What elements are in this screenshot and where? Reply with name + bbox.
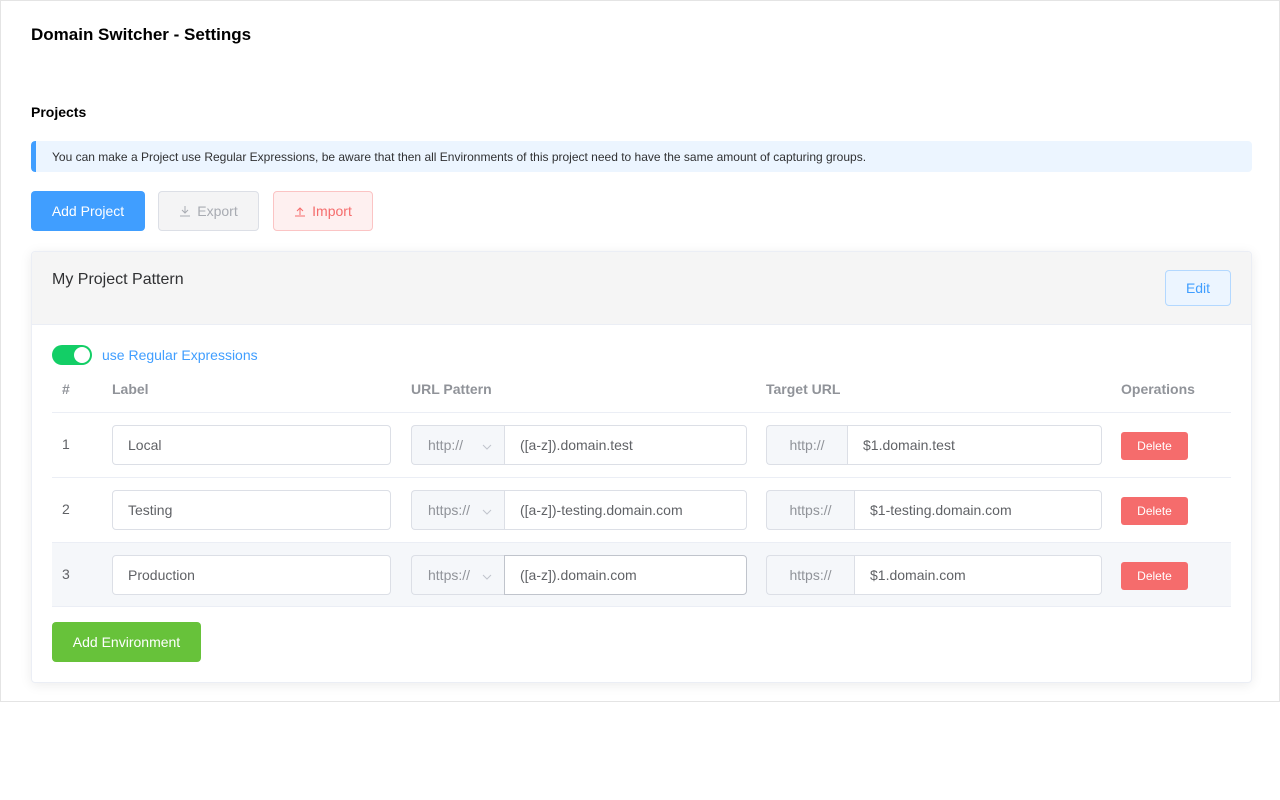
target-protocol-prefix: https://: [766, 490, 854, 530]
label-input[interactable]: Testing: [112, 490, 391, 530]
section-title-projects: Projects: [31, 104, 87, 120]
regex-toggle-row: use Regular Expressions: [52, 345, 258, 365]
row-index: 1: [62, 436, 70, 452]
row-index: 3: [62, 566, 70, 582]
import-button[interactable]: Import: [273, 191, 373, 231]
chevron-down-icon: [482, 439, 492, 455]
column-header-target-url: Target URL: [766, 381, 841, 397]
chevron-down-icon: [482, 504, 492, 520]
page-title: Domain Switcher - Settings: [31, 25, 252, 44]
info-alert: You can make a Project use Regular Expre…: [31, 141, 1252, 172]
target-url-field: https:// $1.domain.com: [766, 555, 1102, 595]
use-regex-label[interactable]: use Regular Expressions: [102, 347, 258, 363]
column-header-url-pattern: URL Pattern: [411, 381, 492, 397]
project-card-header: My Project Pattern Edit: [32, 252, 1251, 325]
target-url-input[interactable]: $1.domain.test: [847, 425, 1102, 465]
target-url-input[interactable]: $1-testing.domain.com: [854, 490, 1102, 530]
target-protocol-prefix: https://: [766, 555, 854, 595]
export-button[interactable]: Export: [158, 191, 259, 231]
info-alert-text: You can make a Project use Regular Expre…: [52, 149, 867, 164]
environment-row: 1 Local http:// ([a-z]).domain.test http…: [52, 412, 1231, 477]
pattern-protocol-value: http://: [428, 437, 464, 453]
edit-project-button[interactable]: Edit: [1165, 270, 1231, 306]
url-pattern-input[interactable]: ([a-z])-testing.domain.com: [504, 490, 747, 530]
import-label: Import: [312, 203, 352, 219]
url-pattern-input[interactable]: ([a-z]).domain.test: [504, 425, 747, 465]
label-input[interactable]: Local: [112, 425, 391, 465]
target-url-field: https:// $1-testing.domain.com: [766, 490, 1102, 530]
delete-environment-button[interactable]: Delete: [1121, 497, 1188, 525]
label-input[interactable]: Production: [112, 555, 391, 595]
export-label: Export: [197, 203, 238, 219]
pattern-protocol-select[interactable]: https://: [411, 490, 504, 530]
settings-page: Domain Switcher - Settings Projects You …: [0, 0, 1280, 702]
target-url-input[interactable]: $1.domain.com: [854, 555, 1102, 595]
pattern-protocol-select[interactable]: https://: [411, 555, 504, 595]
url-pattern-field: https:// ([a-z])-testing.domain.com: [411, 490, 747, 530]
delete-environment-button[interactable]: Delete: [1121, 562, 1188, 590]
url-pattern-input[interactable]: ([a-z]).domain.com: [504, 555, 747, 595]
column-header-operations: Operations: [1121, 381, 1195, 397]
chevron-down-icon: [482, 569, 492, 585]
environment-row: 3 Production https:// ([a-z]).domain.com…: [52, 542, 1231, 607]
switch-knob: [74, 347, 90, 363]
target-url-field: http:// $1.domain.test: [766, 425, 1102, 465]
row-index: 2: [62, 501, 70, 517]
delete-environment-button[interactable]: Delete: [1121, 432, 1188, 460]
environment-row: 2 Testing https:// ([a-z])-testing.domai…: [52, 477, 1231, 542]
pattern-protocol-value: https://: [428, 567, 471, 583]
project-card: My Project Pattern Edit use Regular Expr…: [31, 251, 1252, 683]
url-pattern-field: https:// ([a-z]).domain.com: [411, 555, 747, 595]
download-icon: [179, 205, 191, 217]
add-environment-button[interactable]: Add Environment: [52, 622, 201, 662]
use-regex-switch[interactable]: [52, 345, 92, 365]
pattern-protocol-select[interactable]: http://: [411, 425, 504, 465]
add-project-button[interactable]: Add Project: [31, 191, 145, 231]
pattern-protocol-value: https://: [428, 502, 471, 518]
url-pattern-field: http:// ([a-z]).domain.test: [411, 425, 747, 465]
column-header-index: #: [62, 381, 70, 397]
column-header-label: Label: [112, 381, 149, 397]
target-protocol-prefix: http://: [766, 425, 847, 465]
upload-icon: [294, 205, 306, 217]
project-name: My Project Pattern: [52, 271, 184, 288]
